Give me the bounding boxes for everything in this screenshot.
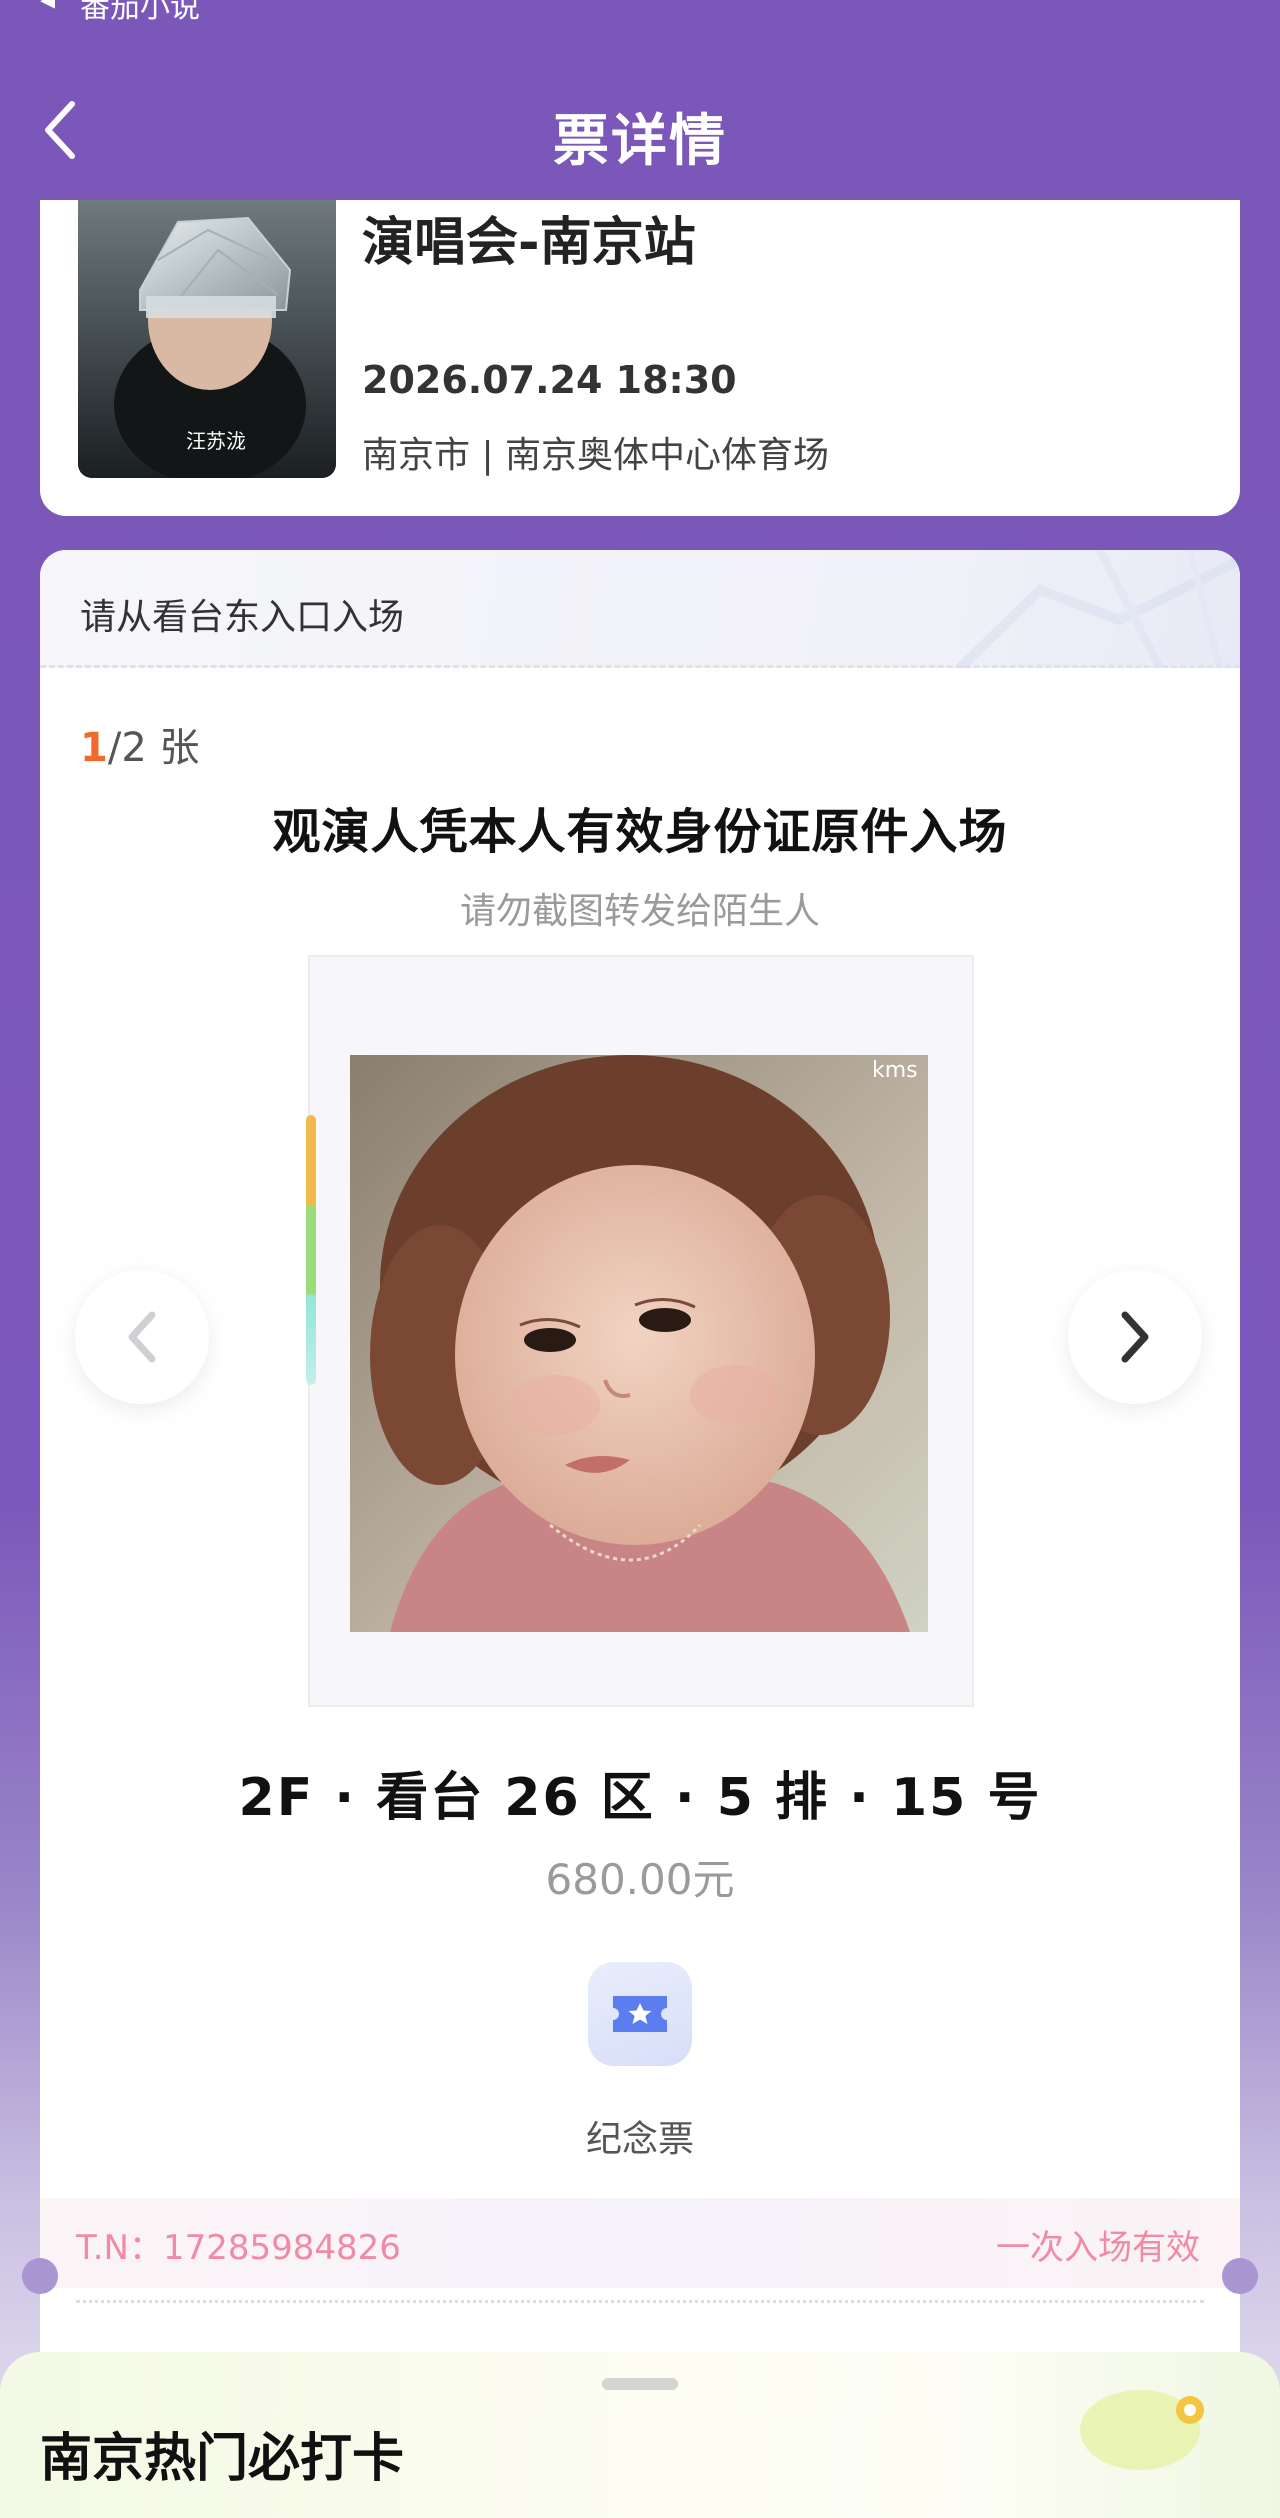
photo-watermark: kms	[872, 1058, 918, 1083]
back-app-icon[interactable]: ◂	[40, 0, 55, 17]
entry-validity: 一次入场有效	[996, 2228, 1200, 2268]
ticket-counter: 1/2 张	[80, 715, 199, 773]
previous-ticket-button[interactable]	[75, 1270, 209, 1404]
ticket-number: T.N：17285984826	[76, 2228, 401, 2268]
ticket-notch-right	[1222, 2258, 1258, 2294]
event-poster: 汪苏泷	[78, 200, 336, 478]
seat-info: 2F · 看台 26 区 · 5 排 · 15 号	[238, 1768, 1042, 1828]
souvenir-ticket-button[interactable]	[588, 1962, 692, 2066]
poster-text: 汪苏泷	[186, 429, 246, 453]
ticket-number-row: T.N：17285984826 一次入场有效	[40, 2198, 1240, 2288]
entrance-instruction: 请从看台东入口入场	[80, 597, 405, 638]
event-venue: 南京市 | 南京奥体中心体育场	[362, 435, 830, 476]
sheet-drag-handle[interactable]	[602, 2378, 678, 2390]
entrance-banner: 请从看台东入口入场	[40, 550, 1240, 668]
ticket-star-icon	[613, 1996, 667, 2032]
page-title: 票详情	[553, 109, 727, 174]
map-background-icon	[956, 550, 1240, 668]
ticket-current-index: 1	[80, 725, 108, 771]
map-pin-icon	[1080, 2390, 1204, 2470]
ticket-price: 680.00元	[545, 1855, 735, 1904]
nav-bar: 票详情	[0, 60, 1280, 210]
poster-artwork: 汪苏泷	[78, 200, 336, 478]
ticket-notch-left	[22, 2258, 58, 2294]
souvenir-label: 纪念票	[585, 2119, 694, 2160]
screenshot-warning: 请勿截图转发给陌生人	[459, 891, 820, 932]
next-ticket-button[interactable]	[1068, 1270, 1202, 1404]
bottom-sheet[interactable]: 南京热门必打卡	[0, 2352, 1280, 2518]
chevron-left-icon	[128, 1311, 156, 1363]
id-notice: 观演人凭本人有效身份证原件入场	[272, 804, 1008, 860]
perforation-divider	[76, 2300, 1204, 2303]
holder-photo: kms	[350, 1055, 928, 1632]
sheet-title: 南京热门必打卡	[40, 2429, 405, 2489]
event-card[interactable]: 汪苏泷 演唱会-南京站 2026.07.24 18:30 南京市 | 南京奥体中…	[40, 200, 1240, 516]
event-title: 演唱会-南京站	[362, 213, 696, 273]
event-datetime: 2026.07.24 18:30	[362, 358, 737, 402]
status-bar: ◂ 番茄小说	[0, 0, 1280, 25]
holder-photo-image: kms	[350, 1055, 928, 1632]
back-app-label[interactable]: 番茄小说	[80, 0, 200, 26]
ticket-card: 请从看台东入口入场 1/2 张 观演人凭本人有效身份证原件入场 请勿截图转发给陌…	[40, 550, 1240, 2400]
chevron-right-icon	[1121, 1311, 1149, 1363]
color-strip	[306, 1115, 316, 1385]
ticket-total: /2 张	[107, 725, 200, 771]
